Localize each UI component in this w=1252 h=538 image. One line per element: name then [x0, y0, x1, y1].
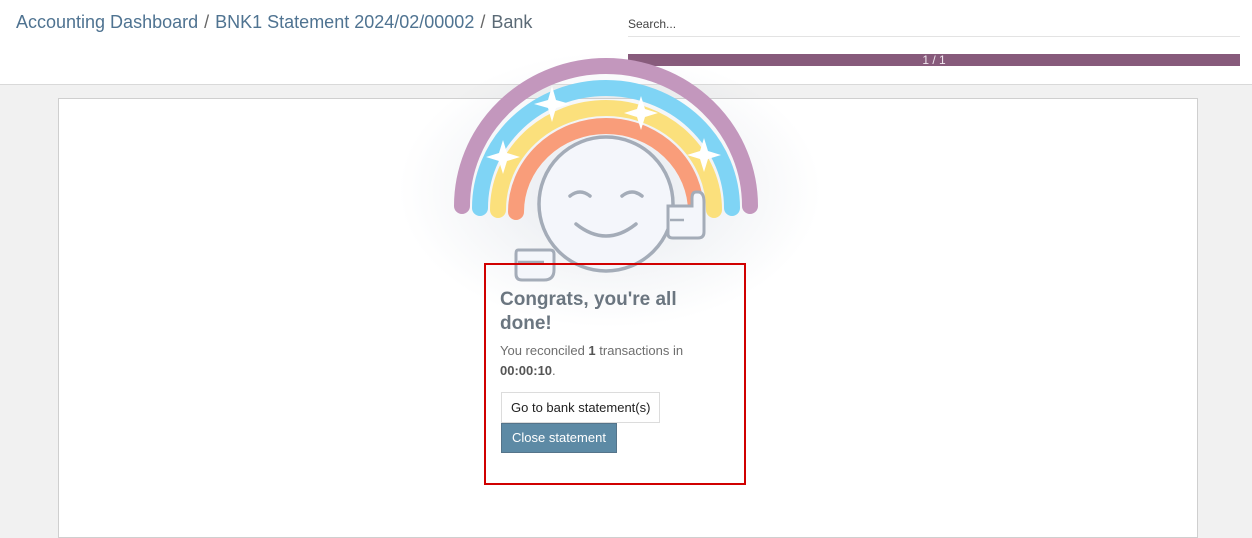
- pager-value: 1 / 1: [922, 54, 946, 66]
- breadcrumb: Accounting Dashboard / BNK1 Statement 2024…: [16, 12, 532, 33]
- message-prefix: You reconciled: [500, 343, 589, 358]
- message-suffix: .: [552, 363, 556, 378]
- rainbow-smiley-illustration: [454, 58, 758, 282]
- breadcrumb-separator: /: [204, 12, 210, 32]
- breadcrumb-separator: /: [480, 12, 486, 32]
- search-input[interactable]: [628, 12, 1240, 37]
- congrats-message: You reconciled 1 transactions in 00:00:1…: [500, 341, 730, 381]
- reconcile-duration: 00:00:10: [500, 363, 553, 378]
- go-to-bank-statements-button[interactable]: Go to bank statement(s): [501, 392, 661, 423]
- smiley-face: [537, 135, 675, 273]
- message-middle: transactions in: [595, 343, 684, 358]
- breadcrumb-item-statement[interactable]: BNK1 Statement 2024/02/00002: [215, 12, 474, 32]
- breadcrumb-current: Bank: [491, 12, 533, 32]
- breadcrumb-item-accounting-dashboard[interactable]: Accounting Dashboard: [16, 12, 198, 32]
- congrats-title: Congrats, you're all done!: [500, 289, 677, 334]
- close-statement-button[interactable]: Close statement: [501, 423, 617, 453]
- reconciled-count: 1: [588, 343, 596, 358]
